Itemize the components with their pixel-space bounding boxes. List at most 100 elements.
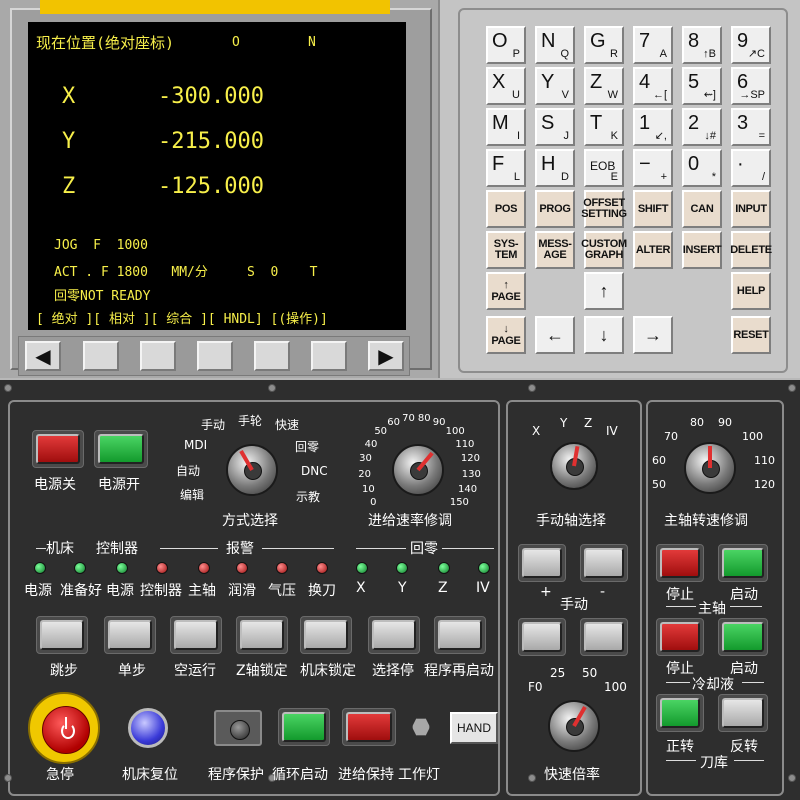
axis-x-value: -300.000 bbox=[158, 84, 264, 109]
machine-reset-label: 机床复位 bbox=[122, 767, 178, 783]
function-key-4[interactable]: CAN bbox=[682, 190, 722, 228]
magazine-forward-button[interactable] bbox=[660, 698, 700, 728]
keypad-key-12[interactable]: MI bbox=[486, 108, 526, 146]
keypad-key-8[interactable]: ZW bbox=[584, 67, 624, 105]
mode-select-knob[interactable] bbox=[226, 444, 278, 496]
n-indicator: N bbox=[308, 35, 316, 50]
keypad-key-10[interactable]: 5 ⇜] bbox=[682, 67, 722, 105]
function-button-3[interactable] bbox=[240, 620, 284, 650]
softkey-2[interactable] bbox=[140, 341, 176, 371]
page-down-key[interactable]: ↓ PAGE bbox=[486, 316, 526, 354]
keypad-key-7[interactable]: YV bbox=[535, 67, 575, 105]
key-sub-label: Q bbox=[560, 48, 569, 60]
function-key-2[interactable]: OFFSET SETTING bbox=[581, 190, 627, 228]
spindle-start-button[interactable] bbox=[722, 548, 764, 578]
function-key-5[interactable]: INPUT bbox=[731, 190, 771, 228]
power-on-button[interactable] bbox=[98, 434, 144, 464]
keypad-key-16[interactable]: 2 ↓# bbox=[682, 108, 722, 146]
keypad-key-18[interactable]: FL bbox=[486, 149, 526, 187]
emergency-stop-button[interactable] bbox=[28, 692, 100, 764]
softkey-left-button[interactable]: ◀ bbox=[25, 341, 61, 371]
function-button-4[interactable] bbox=[304, 620, 348, 650]
function-key-7[interactable]: MESS-AGE bbox=[535, 231, 575, 269]
rapid-scale-label: 25 bbox=[550, 666, 566, 680]
led-label: IV bbox=[476, 580, 490, 596]
function-key-11[interactable]: DELETE bbox=[730, 231, 772, 269]
function-button-5[interactable] bbox=[372, 620, 416, 650]
function-key-1[interactable]: PROG bbox=[535, 190, 575, 228]
function-key-label: PROG bbox=[539, 202, 571, 215]
yellow-strip bbox=[40, 0, 390, 14]
keypad-key-3[interactable]: 7A bbox=[633, 26, 673, 64]
function-button-2[interactable] bbox=[174, 620, 218, 650]
cursor-up-key[interactable]: ↑ bbox=[584, 272, 624, 310]
jog-plus-label: + bbox=[540, 584, 552, 600]
feed-scale-label: 50 bbox=[374, 426, 388, 438]
coolant-start-button[interactable] bbox=[722, 622, 764, 652]
keypad-key-21[interactable]: − + bbox=[633, 149, 673, 187]
keypad-key-5[interactable]: 9 ↗C bbox=[731, 26, 771, 64]
program-protect-keyswitch[interactable] bbox=[214, 710, 262, 746]
softkey-3[interactable] bbox=[197, 341, 233, 371]
page-up-key[interactable]: ↑ PAGE bbox=[486, 272, 526, 310]
jog-button-4[interactable] bbox=[584, 622, 624, 652]
cursor-left-key[interactable]: ← bbox=[535, 316, 575, 354]
jog-minus-button[interactable] bbox=[584, 548, 624, 578]
softkey-1[interactable] bbox=[83, 341, 119, 371]
reset-key[interactable]: RESET bbox=[731, 316, 771, 354]
led-label: 润滑 bbox=[228, 583, 256, 599]
feed-hold-button[interactable] bbox=[346, 712, 392, 742]
jog-button-3[interactable] bbox=[522, 622, 562, 652]
keypad-key-9[interactable]: 4 ←[ bbox=[633, 67, 673, 105]
keypad-key-15[interactable]: 1 ↙, bbox=[633, 108, 673, 146]
spindle-stop-button[interactable] bbox=[660, 548, 700, 578]
function-button-0[interactable] bbox=[40, 620, 84, 650]
function-key-8[interactable]: CUSTOM GRAPH bbox=[581, 231, 627, 269]
function-button-6[interactable] bbox=[438, 620, 482, 650]
keypad-key-23[interactable]: · / bbox=[731, 149, 771, 187]
keypad-key-4[interactable]: 8 ↑B bbox=[682, 26, 722, 64]
keypad-key-13[interactable]: SJ bbox=[535, 108, 575, 146]
function-key-0[interactable]: POS bbox=[486, 190, 526, 228]
keypad-key-17[interactable]: 3 = bbox=[731, 108, 771, 146]
coolant-stop-button[interactable] bbox=[660, 622, 700, 652]
function-key-9[interactable]: ALTER bbox=[633, 231, 673, 269]
help-key[interactable]: HELP bbox=[731, 272, 771, 310]
function-key-6[interactable]: SYS-TEM bbox=[486, 231, 526, 269]
softkey-right-button[interactable]: ▶ bbox=[368, 341, 404, 371]
keypad-key-19[interactable]: HD bbox=[535, 149, 575, 187]
function-button-1[interactable] bbox=[108, 620, 152, 650]
keypad-key-22[interactable]: 0 * bbox=[682, 149, 722, 187]
cursor-right-key[interactable]: → bbox=[633, 316, 673, 354]
keypad-key-1[interactable]: NQ bbox=[535, 26, 575, 64]
function-key-label: SHIFT bbox=[637, 202, 669, 215]
keypad-key-14[interactable]: TK bbox=[584, 108, 624, 146]
keypad-key-11[interactable]: 6 →SP bbox=[731, 67, 771, 105]
power-off-button[interactable] bbox=[36, 434, 80, 464]
function-button-label: 机床锁定 bbox=[300, 663, 356, 679]
key-main-label: 8 bbox=[688, 30, 700, 52]
key-sub-label: V bbox=[561, 89, 569, 101]
hand-button[interactable]: HAND bbox=[450, 712, 498, 744]
cycle-start-button[interactable] bbox=[282, 712, 326, 742]
led-label: 电源 bbox=[24, 583, 52, 599]
cursor-down-key[interactable]: ↓ bbox=[584, 316, 624, 354]
jog-plus-button[interactable] bbox=[522, 548, 562, 578]
keypad-key-0[interactable]: OP bbox=[486, 26, 526, 64]
keypad-key-20[interactable]: EOB E bbox=[584, 149, 624, 187]
function-key-3[interactable]: SHIFT bbox=[633, 190, 673, 228]
machine-reset-button[interactable] bbox=[128, 708, 168, 748]
keypad-key-6[interactable]: XU bbox=[486, 67, 526, 105]
spindle-scale-label: 70 bbox=[664, 430, 678, 443]
softkey-4[interactable] bbox=[254, 341, 290, 371]
bracket-line bbox=[742, 682, 764, 683]
status-led bbox=[198, 562, 210, 574]
keypad-key-2[interactable]: GR bbox=[584, 26, 624, 64]
mdi-keypad: O P N Q G R 7 A 8 ↑B 9 ↗C X U Y V Z W 4 ←[5 ⇜] 6 →SP M I S J T K 1 ↙, 2… bbox=[458, 8, 788, 373]
function-key-10[interactable]: INSERT bbox=[682, 231, 722, 269]
softkey-5[interactable] bbox=[311, 341, 347, 371]
key-sub-label: A bbox=[659, 48, 667, 60]
function-key-label: POS bbox=[494, 202, 518, 215]
led-label: Y bbox=[398, 580, 407, 596]
magazine-reverse-button[interactable] bbox=[722, 698, 764, 728]
